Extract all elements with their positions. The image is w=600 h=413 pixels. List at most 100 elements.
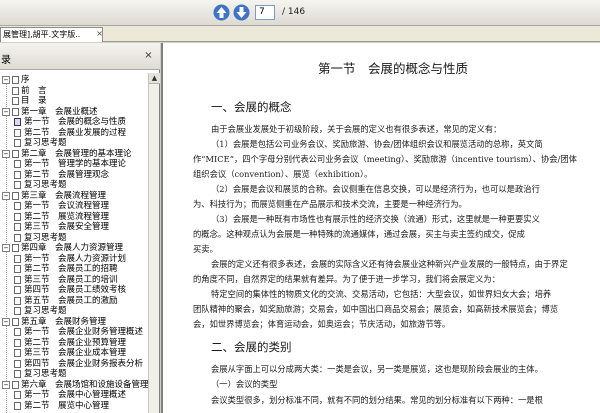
- paragraph-line: 的角度不同，自然界定的结果就有差异。为了便于进一步学习，我们将会展定义为：: [193, 274, 500, 284]
- bookmark-item[interactable]: 第二节 会展企业预算管理: [14, 337, 146, 348]
- paragraph-line: 特定空间的集体性的物质文化的交流、交易活动，它包括：大型会议，如世界妇女大会；培…: [211, 289, 552, 299]
- bookmarks-sidebar: 录 × − 序前 言目 录 − 第一章 会展业概述 第一节 会展的概念与性质 第二节 会展…: [0, 43, 160, 413]
- bookmark-item[interactable]: 前 言: [2, 85, 146, 96]
- paragraph-line: 会展从字面上可以分成两大类：一类是会议，另一类是展览，这也是现阶段会展业的主体。: [211, 364, 543, 374]
- bookmark-chapter[interactable]: − 第三章 会展流程管理: [2, 191, 146, 201]
- bookmark-item[interactable]: 复习思考题: [14, 233, 146, 243]
- document-icon: [14, 160, 21, 168]
- tab-close-icon[interactable]: ×: [95, 29, 104, 38]
- bookmark-item[interactable]: 第一节 会展人力资源计划: [14, 253, 146, 264]
- bookmark-label: 第四节 会展企业财务报表分析: [24, 358, 144, 369]
- bookmark-label: 第二节 会展员工的招聘: [24, 264, 118, 274]
- bookmark-item[interactable]: 第一节 会议流程管理: [14, 201, 146, 211]
- bookmark-item[interactable]: 第二节 会展员工的招聘: [14, 264, 146, 274]
- collapse-icon[interactable]: −: [2, 107, 10, 116]
- bookmark-item[interactable]: 第一节 会展中心管理概述: [14, 390, 146, 400]
- previous-page-button[interactable]: [213, 4, 230, 21]
- document-icon: [14, 181, 21, 189]
- document-icon: [12, 380, 19, 389]
- bookmark-chapter[interactable]: − 第二章 会展管理的基本理论: [2, 149, 146, 159]
- document-icon: [12, 191, 19, 200]
- bookmark-item[interactable]: 第三节 会展员工的培训: [14, 275, 146, 285]
- bookmark-chapter[interactable]: − 第五章 会展财务管理: [2, 317, 146, 327]
- bookmark-item[interactable]: 目 录: [2, 96, 146, 106]
- next-page-button[interactable]: [233, 4, 250, 21]
- document-icon: [12, 317, 19, 326]
- paragraph-line: 团队精神的聚会，如奖励旅游；交易会，如中国出口商品交易会；展览会，如高新技术展览…: [193, 304, 559, 314]
- document-icon: [14, 391, 21, 399]
- bookmark-item[interactable]: 第二节 展览流程管理: [14, 212, 146, 222]
- bookmark-chapter[interactable]: − 第四章 会展人力资源管理: [2, 243, 146, 253]
- bookmark-label: 第一节 管理学的基本理论: [24, 159, 127, 169]
- bookmark-label: 第二节 会展企业预算管理: [24, 337, 127, 348]
- document-icon: [14, 296, 21, 305]
- bookmark-item[interactable]: 第三节 会展企业成本管理: [14, 348, 146, 358]
- paragraph-line: 由于会展业发展处于初级阶段，关于会展的定义也有很多表述，常见的定义有：: [211, 124, 502, 134]
- document-icon: [14, 128, 21, 137]
- bookmark-item[interactable]: 复习思考题: [14, 180, 146, 190]
- bookmark-item[interactable]: 第一节 管理学的基本理论: [14, 159, 146, 169]
- document-icon: [12, 97, 19, 105]
- bookmark-item[interactable]: 复习思考题: [14, 369, 146, 379]
- bookmark-label: 第一节 会展中心管理概述: [24, 390, 127, 400]
- bookmark-label: 第四节 会展员工绩效考核: [24, 285, 127, 295]
- bookmark-item[interactable]: 第二节 会展业发展的过程: [14, 127, 146, 138]
- collapse-icon[interactable]: −: [2, 317, 10, 326]
- document-icon: [14, 370, 21, 378]
- paragraph-line: 组织会议（convention）、展览（exhibition）。: [193, 169, 373, 179]
- paragraph-line: 会议类型很多，划分标准不同，就有不同的划分结果。常见的划分标准有以下两种：一是根: [211, 395, 543, 405]
- document-icon: [12, 86, 19, 95]
- page-number-input[interactable]: 7: [255, 5, 275, 20]
- bookmark-item[interactable]: 第二节 会展管理观念: [14, 170, 146, 180]
- bookmark-item[interactable]: 第四节 会展员工绩效考核: [14, 285, 146, 295]
- navigation-toolbar: 7 / 146: [0, 0, 600, 26]
- bookmark-item[interactable]: 第三节 会展安全管理: [14, 222, 146, 232]
- bookmark-label: 复习思考题: [24, 138, 67, 148]
- collapse-icon[interactable]: −: [2, 191, 10, 200]
- document-icon: [14, 328, 21, 336]
- document-icon: [14, 118, 21, 126]
- paragraph-line: 作“MICE”，四个字母分别代表公司业务会议（meeting）、奖励旅游（inc…: [193, 154, 577, 164]
- pdf-reader-window: 7 / 146 展管理],胡平.文字版.. × 录 × − 序前 言目 录 − 第一章…: [0, 0, 600, 413]
- document-icon: [12, 244, 19, 252]
- collapse-icon[interactable]: −: [2, 149, 10, 158]
- sidebar-close-icon[interactable]: ×: [143, 50, 154, 61]
- bookmark-label: 第一节 会展的概念与性质: [24, 117, 127, 127]
- collapse-icon[interactable]: −: [2, 76, 10, 84]
- bookmark-label: 第四章 会展人力资源管理: [21, 243, 124, 253]
- document-tab[interactable]: 展管理],胡平.文字版..: [0, 27, 103, 42]
- bookmark-item[interactable]: 复习思考题: [14, 138, 146, 148]
- bookmark-label: 第六章 会展场馆和设施设备管理: [21, 379, 148, 390]
- document-icon: [14, 286, 21, 294]
- paragraph-line: 为、科技行为；而展览侧重在产品展示和技术交流，主要是一种经济行为。: [193, 199, 467, 209]
- bookmark-item[interactable]: 复习思考题: [14, 306, 146, 316]
- bookmark-label: 前 言: [21, 85, 47, 96]
- document-icon: [14, 202, 21, 210]
- document-view[interactable]: 第一节 会展的概念与性质 一、会展的概念 由于会展业发展处于初级阶段，关于会展的…: [161, 43, 600, 413]
- bookmark-item[interactable]: 第一节 会展的概念与性质: [14, 117, 146, 127]
- collapse-icon[interactable]: −: [2, 380, 10, 389]
- section-title: 第一节 会展的概念与性质: [318, 61, 469, 76]
- sidebar-scrollbar[interactable]: ▲: [148, 73, 160, 413]
- collapse-icon[interactable]: −: [2, 244, 10, 252]
- paragraph-line: （一）会议的类型: [211, 379, 278, 389]
- sidebar-title: 录: [1, 55, 11, 66]
- bookmark-label: 第一节 会展人力资源计划: [24, 253, 127, 264]
- bookmark-item[interactable]: 第二节 展览中心管理: [14, 400, 146, 411]
- paragraph-line: 买卖。: [193, 244, 218, 254]
- bookmark-item[interactable]: 第五节 会展员工的激励: [14, 295, 146, 306]
- sidebar-header: 录 ×: [0, 43, 160, 70]
- bookmark-chapter[interactable]: − 序: [2, 75, 146, 85]
- document-icon: [14, 170, 21, 179]
- bookmark-chapter[interactable]: − 第一章 会展业概述: [2, 107, 146, 117]
- document-icon: [14, 212, 21, 221]
- bookmark-label: 第二节 展览中心管理: [24, 400, 110, 411]
- bookmark-label: 复习思考题: [24, 306, 67, 316]
- bookmark-label: 第三节 会展安全管理: [24, 222, 110, 232]
- bookmark-item[interactable]: 第一节 会展企业财务管理概述: [14, 327, 146, 337]
- scroll-up-icon[interactable]: ▲: [149, 73, 160, 84]
- bookmark-label: 第五节 会展员工的激励: [24, 295, 118, 306]
- bookmark-label: 第二节 会展业发展的过程: [24, 127, 127, 138]
- bookmark-chapter[interactable]: − 第六章 会展场馆和设施设备管理: [2, 379, 148, 390]
- bookmark-item[interactable]: 第四节 会展企业财务报表分析: [14, 358, 146, 369]
